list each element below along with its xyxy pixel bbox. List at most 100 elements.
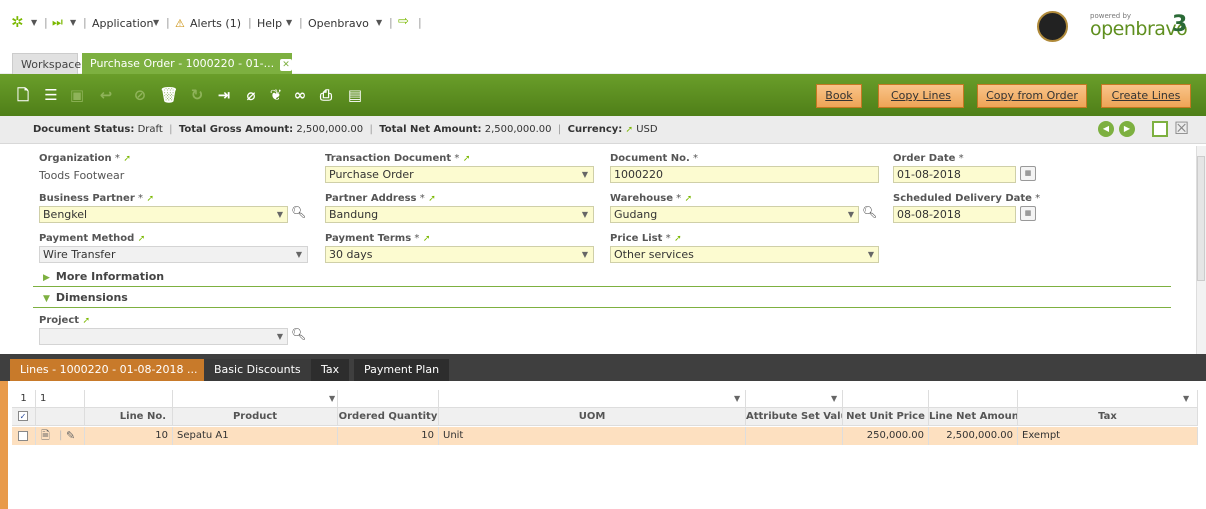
filter-attribute-set-value[interactable]	[746, 390, 843, 408]
header-attribute-set-value[interactable]: Attribute Set Value	[746, 408, 843, 426]
payment-terms-select[interactable]: 30 days	[325, 246, 594, 263]
help-menu[interactable]: Help	[257, 17, 282, 30]
tab-workspace[interactable]: Workspace	[12, 53, 81, 74]
close-form-icon[interactable]: ☒	[1174, 119, 1189, 139]
business-partner-field[interactable]: Bengkel	[39, 206, 288, 223]
audit-trail-icon[interactable]: ❦	[265, 84, 287, 106]
filter-tax[interactable]	[1018, 390, 1198, 408]
application-menu[interactable]: Application	[92, 17, 153, 30]
chevron-down-icon[interactable]: ▼	[845, 209, 857, 221]
document-no-field[interactable]: 1000220	[610, 166, 879, 183]
warehouse-field[interactable]: Gudang	[610, 206, 859, 223]
cell-product[interactable]: Sepatu A1	[173, 427, 338, 445]
chevron-down-icon[interactable]: ▼	[734, 394, 740, 403]
cell-attribute-set-value[interactable]	[746, 427, 843, 445]
copy-from-order-button[interactable]: Copy from Order	[977, 84, 1087, 108]
book-button[interactable]: Book	[816, 84, 862, 108]
filter-ordered-quantity[interactable]	[338, 390, 439, 408]
chevron-down-icon[interactable]: ▼	[31, 18, 37, 27]
cell-line-net-amount[interactable]: 2,500,000.00	[929, 427, 1018, 445]
link-icon[interactable]: ➚	[625, 125, 633, 135]
open-form-icon[interactable]: 🗎	[41, 427, 50, 445]
chevron-down-icon[interactable]: ▼	[286, 18, 292, 27]
new-row-icon[interactable]: ☰	[40, 84, 62, 106]
scheduled-delivery-date-field[interactable]: 08-08-2018	[893, 206, 1016, 223]
filter-product[interactable]	[173, 390, 338, 408]
star-menu-icon[interactable]: ✲	[11, 13, 24, 31]
next-record-icon[interactable]: ▶	[1119, 121, 1135, 137]
chevron-down-icon[interactable]: ▼	[274, 209, 286, 221]
header-ordered-quantity[interactable]: Ordered Quantity	[338, 408, 439, 426]
save-icon[interactable]: ▣	[66, 84, 88, 106]
header-line-net-amount[interactable]: Line Net Amount	[929, 408, 1018, 426]
cell-ordered-quantity[interactable]: 10	[338, 427, 439, 445]
header-line-no[interactable]: Line No.	[85, 408, 173, 426]
search-icon[interactable]: 🔍︎	[291, 205, 306, 219]
maximize-icon[interactable]	[1152, 121, 1168, 137]
tab-basic-discounts[interactable]: Basic Discounts	[204, 359, 311, 381]
edit-pencil-icon[interactable]: ✎	[66, 427, 75, 445]
filter-line-no[interactable]	[85, 390, 173, 408]
filter-line-net-amount[interactable]	[929, 390, 1018, 408]
partner-address-select[interactable]: Bandung	[325, 206, 594, 223]
save-close-icon[interactable]: ↩	[91, 84, 121, 106]
calendar-icon[interactable]: ▦	[1020, 206, 1036, 221]
chevron-down-icon[interactable]: ▼	[70, 18, 76, 27]
chevron-down-icon[interactable]: ▼	[293, 249, 305, 261]
chevron-down-icon[interactable]: ▼	[376, 18, 382, 27]
export-icon[interactable]: ⇥	[213, 84, 235, 106]
header-tax[interactable]: Tax	[1018, 408, 1198, 426]
link-icon[interactable]: ∞	[289, 84, 311, 106]
search-icon[interactable]: 🔍︎	[291, 327, 306, 341]
tab-purchase-order[interactable]: Purchase Order - 1000220 - 01-... ✕	[82, 53, 293, 74]
refresh-icon[interactable]: ↻	[186, 84, 208, 106]
cell-uom[interactable]: Unit	[439, 427, 746, 445]
payment-method-select[interactable]: Wire Transfer	[39, 246, 308, 263]
cell-tax[interactable]: Exempt	[1018, 427, 1198, 445]
order-date-field[interactable]: 01-08-2018	[893, 166, 1016, 183]
copy-lines-button[interactable]: Copy Lines	[878, 84, 964, 108]
search-icon[interactable]: 🔍︎	[862, 205, 877, 219]
more-information-section[interactable]: ▶ More Information	[43, 270, 164, 283]
chevron-down-icon[interactable]: ▼	[865, 249, 877, 261]
print-icon[interactable]: ⎙	[315, 84, 337, 106]
tab-tax[interactable]: Tax	[311, 359, 350, 381]
scrollbar-thumb[interactable]	[1197, 156, 1205, 281]
close-tab-icon[interactable]: ✕	[280, 59, 293, 71]
chevron-down-icon[interactable]: ▼	[579, 209, 591, 221]
undo-icon[interactable]: ⊘	[129, 84, 151, 106]
header-uom[interactable]: UOM	[439, 408, 746, 426]
row-checkbox[interactable]	[18, 431, 28, 441]
calendar-icon[interactable]: ▦	[1020, 166, 1036, 181]
filter-uom[interactable]	[439, 390, 746, 408]
openbravo-menu[interactable]: Openbravo	[308, 17, 369, 30]
header-product[interactable]: Product	[173, 408, 338, 426]
chevron-down-icon[interactable]: ▼	[831, 394, 837, 403]
cell-line-no[interactable]: 10	[85, 427, 173, 445]
cell-net-unit-price[interactable]: 250,000.00	[843, 427, 929, 445]
filter-net-unit-price[interactable]	[843, 390, 929, 408]
tab-lines[interactable]: Lines - 1000220 - 01-08-2018 ...	[10, 359, 208, 381]
chevron-down-icon[interactable]: ▼	[153, 18, 159, 27]
alerts-link[interactable]: Alerts (1)	[190, 17, 241, 30]
chevron-down-icon[interactable]: ▼	[329, 394, 335, 403]
tab-payment-plan[interactable]: Payment Plan	[354, 359, 450, 381]
chevron-down-icon[interactable]: ▼	[579, 169, 591, 181]
delete-icon[interactable]: 🗑	[158, 84, 180, 106]
chevron-down-icon[interactable]: ▼	[1183, 394, 1189, 403]
previous-record-icon[interactable]: ◀	[1098, 121, 1114, 137]
transaction-document-select[interactable]: Purchase Order	[325, 166, 594, 183]
recent-views-icon[interactable]: ⏭	[52, 15, 63, 30]
email-icon[interactable]: ▤	[344, 84, 366, 106]
attach-icon[interactable]: ⌀	[240, 84, 262, 106]
project-field[interactable]	[39, 328, 288, 345]
create-lines-button[interactable]: Create Lines	[1101, 84, 1191, 108]
header-net-unit-price[interactable]: Net Unit Price	[843, 408, 929, 426]
chevron-down-icon[interactable]: ▼	[579, 249, 591, 261]
price-list-select[interactable]: Other services	[610, 246, 879, 263]
select-all-checkbox[interactable]: ✓	[18, 411, 28, 421]
dimensions-section[interactable]: ▼ Dimensions	[43, 291, 128, 304]
chevron-down-icon[interactable]: ▼	[274, 331, 286, 343]
logout-icon[interactable]: ⇨	[398, 14, 409, 29]
new-document-icon[interactable]: 🗋	[12, 84, 34, 106]
